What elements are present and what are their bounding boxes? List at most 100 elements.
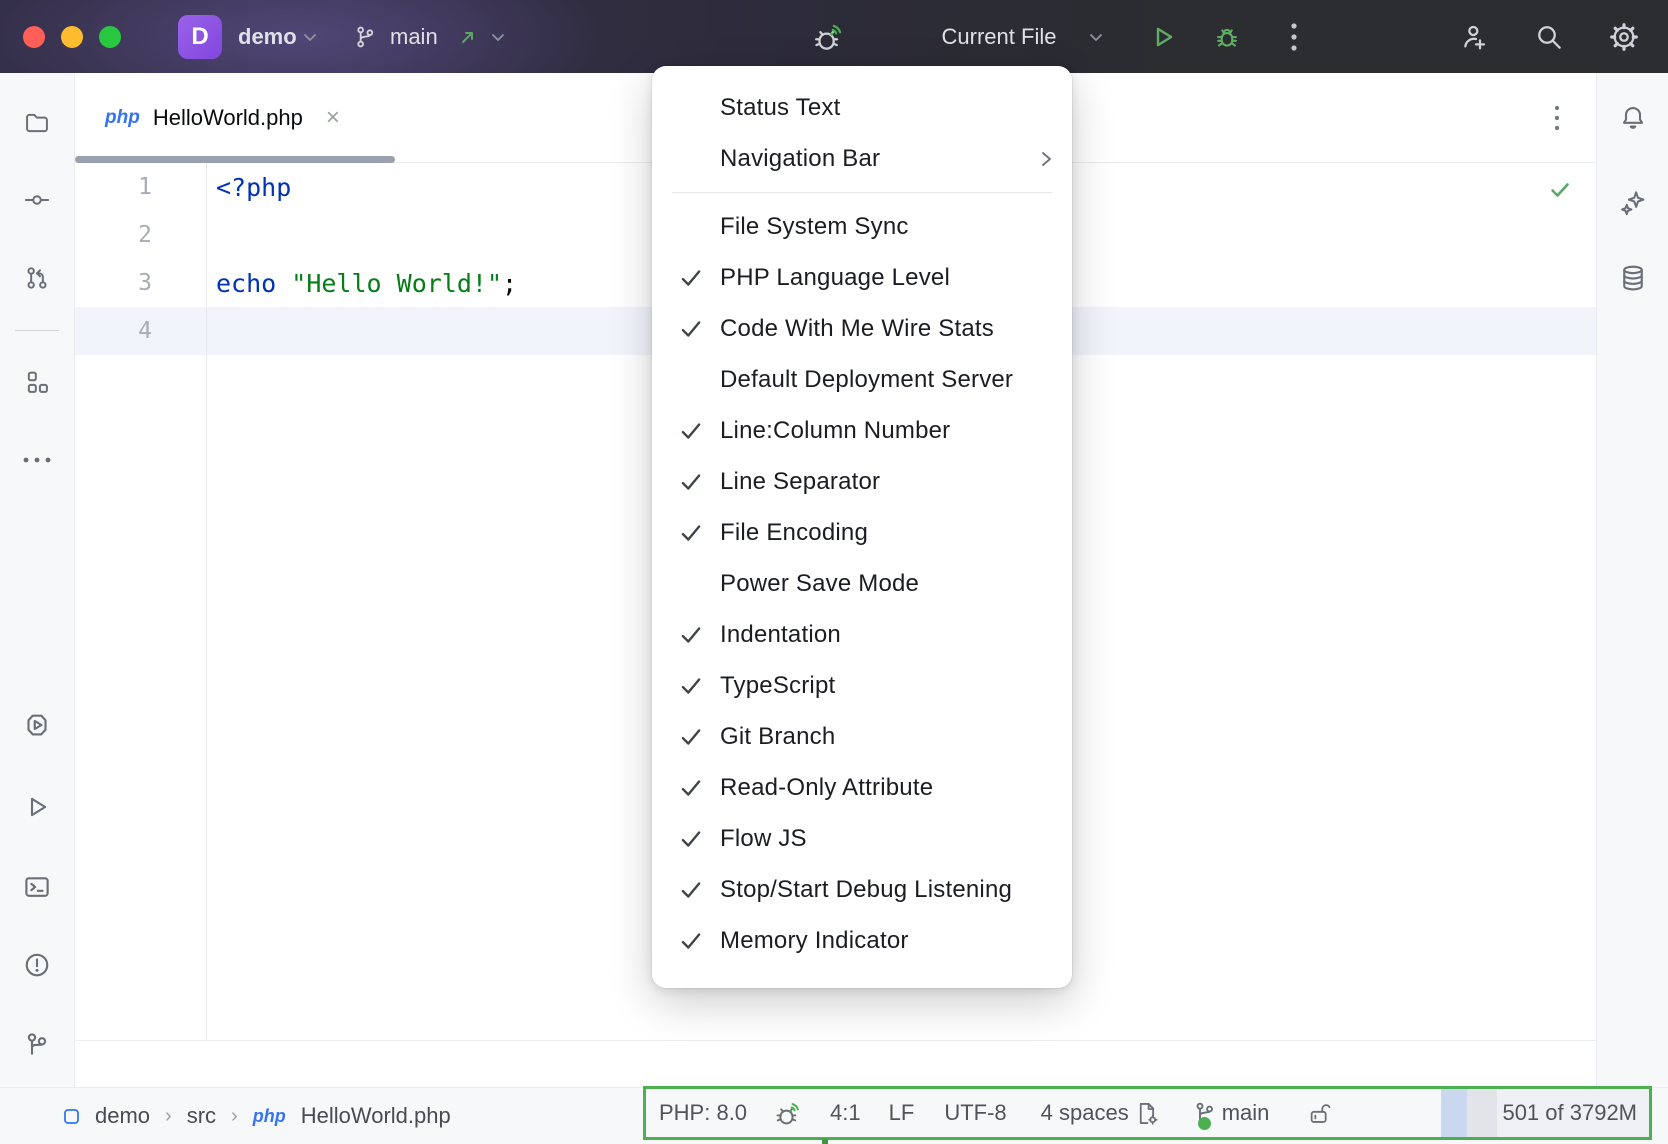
version-control-icon[interactable] <box>22 1030 52 1060</box>
push-arrow-icon <box>458 27 478 47</box>
menu-item-file-system-sync[interactable]: File System Sync <box>652 201 1072 252</box>
string-literal: "Hello World!" <box>291 269 502 298</box>
notifications-bell-icon[interactable] <box>1618 103 1648 133</box>
active-tab-indicator <box>75 156 395 163</box>
line-number: 1 <box>75 174 206 200</box>
git-branch-widget[interactable]: main <box>1191 1100 1270 1127</box>
git-branch-label: main <box>390 24 438 50</box>
caret-position-widget[interactable]: 4:1 <box>830 1100 861 1126</box>
code-with-me-add-user-icon[interactable] <box>1458 21 1490 53</box>
menu-item-memory-indicator[interactable]: Memory Indicator <box>652 915 1072 966</box>
debug-button[interactable] <box>1212 22 1242 52</box>
git-branch-icon <box>352 24 378 50</box>
strip-divider <box>15 330 59 331</box>
git-branch-widget-label: main <box>1222 1100 1270 1126</box>
status-bar: demo › src › php HelloWorld.php PHP: 8.0 <box>0 1087 1668 1144</box>
project-folder-icon[interactable] <box>23 109 51 137</box>
run-tool-icon[interactable] <box>22 792 52 822</box>
services-icon[interactable] <box>22 710 52 740</box>
window-minimize-button[interactable] <box>61 26 83 48</box>
run-button[interactable] <box>1148 22 1178 52</box>
menu-item-read-only-attribute[interactable]: Read-Only Attribute <box>652 762 1072 813</box>
run-configuration-selector[interactable]: Current File <box>929 0 1069 73</box>
chevron-down-icon[interactable] <box>300 27 320 47</box>
read-only-unlock-icon[interactable] <box>1306 1100 1333 1127</box>
breadcrumb: demo › src › php HelloWorld.php <box>63 1088 451 1144</box>
status-bar-widgets-menu: Status Text Navigation Bar File System S… <box>652 66 1072 988</box>
php-open-tag: <?php <box>216 173 291 202</box>
ai-assistant-sparkles-icon[interactable] <box>1618 188 1648 218</box>
checkmark-icon <box>678 265 704 291</box>
right-tool-strip <box>1596 73 1668 1087</box>
more-tool-windows-icon[interactable] <box>22 456 52 464</box>
branch-status-dot <box>1198 1117 1211 1130</box>
project-avatar[interactable]: D <box>178 15 222 59</box>
line-separator-widget[interactable]: LF <box>889 1100 915 1126</box>
debug-listener-widget-icon[interactable] <box>774 1099 803 1128</box>
tab-options-kebab-icon[interactable] <box>1554 104 1560 132</box>
chevron-down-icon[interactable] <box>1086 27 1106 47</box>
project-name-button[interactable]: demo <box>238 0 297 73</box>
php-file-icon: php <box>253 1106 286 1127</box>
menu-item-line-column-number[interactable]: Line:Column Number <box>652 405 1072 456</box>
breadcrumb-folder[interactable]: src <box>187 1103 216 1129</box>
memory-indicator-label: 501 of 3792M <box>1502 1100 1637 1126</box>
more-options-kebab-icon[interactable] <box>1290 20 1298 54</box>
menu-item-file-encoding[interactable]: File Encoding <box>652 507 1072 558</box>
checkmark-icon <box>678 826 704 852</box>
line-number: 3 <box>75 270 206 296</box>
project-avatar-letter: D <box>191 23 208 51</box>
tab-helloworld-php[interactable]: php HelloWorld.php × <box>75 73 368 162</box>
echo-keyword: echo <box>216 269 276 298</box>
checkmark-icon <box>678 520 704 546</box>
title-bar: D demo main <box>0 0 1668 73</box>
project-name-label: demo <box>238 24 297 50</box>
chevron-right-icon: › <box>165 1105 172 1128</box>
phpstorm-window: D demo main <box>0 0 1668 1144</box>
commit-icon[interactable] <box>23 186 51 214</box>
menu-item-php-language-level[interactable]: PHP Language Level <box>652 252 1072 303</box>
structure-icon[interactable] <box>23 368 51 396</box>
chevron-down-icon[interactable] <box>488 27 508 47</box>
checkmark-icon <box>678 469 704 495</box>
debug-listener-icon[interactable] <box>812 20 846 54</box>
menu-item-typescript[interactable]: TypeScript <box>652 660 1072 711</box>
checkmark-icon <box>678 622 704 648</box>
inspections-ok-check-icon[interactable] <box>1548 178 1572 202</box>
checkmark-icon <box>678 316 704 342</box>
encoding-widget[interactable]: UTF-8 <box>944 1100 1006 1126</box>
memory-indicator-widget[interactable]: 501 of 3792M <box>1441 1089 1649 1137</box>
menu-item-git-branch[interactable]: Git Branch <box>652 711 1072 762</box>
menu-item-flow-js[interactable]: Flow JS <box>652 813 1072 864</box>
checkmark-icon <box>678 877 704 903</box>
menu-item-power-save-mode[interactable]: Power Save Mode <box>652 558 1072 609</box>
menu-item-navigation-bar[interactable]: Navigation Bar <box>652 133 1072 184</box>
module-icon <box>63 1108 80 1125</box>
breadcrumb-project[interactable]: demo <box>95 1103 150 1129</box>
indent-config-file-icon[interactable] <box>1134 1100 1161 1127</box>
gutter-separator <box>206 163 207 1040</box>
tab-close-icon[interactable]: × <box>326 106 340 130</box>
search-icon[interactable] <box>1533 21 1565 53</box>
menu-item-stop-start-debug-listening[interactable]: Stop/Start Debug Listening <box>652 864 1072 915</box>
menu-item-default-deployment-server[interactable]: Default Deployment Server <box>652 354 1072 405</box>
editor-bottom-separator <box>75 1040 1596 1041</box>
menu-separator <box>672 192 1052 193</box>
problems-icon[interactable] <box>22 950 52 980</box>
window-close-button[interactable] <box>23 26 45 48</box>
breadcrumb-file[interactable]: HelloWorld.php <box>301 1103 451 1129</box>
window-zoom-button[interactable] <box>99 26 121 48</box>
checkmark-icon <box>678 673 704 699</box>
menu-item-code-with-me-wire-stats[interactable]: Code With Me Wire Stats <box>652 303 1072 354</box>
terminal-icon[interactable] <box>22 872 52 902</box>
menu-item-indentation[interactable]: Indentation <box>652 609 1072 660</box>
database-icon[interactable] <box>1618 263 1648 293</box>
git-branch-button[interactable]: main <box>390 0 438 73</box>
menu-item-status-text[interactable]: Status Text <box>652 82 1072 133</box>
checkmark-icon <box>678 928 704 954</box>
php-version-widget[interactable]: PHP: 8.0 <box>659 1100 747 1126</box>
indent-widget[interactable]: 4 spaces <box>1041 1100 1129 1126</box>
settings-gear-icon[interactable] <box>1608 21 1640 53</box>
menu-item-line-separator[interactable]: Line Separator <box>652 456 1072 507</box>
pull-requests-icon[interactable] <box>23 264 51 292</box>
